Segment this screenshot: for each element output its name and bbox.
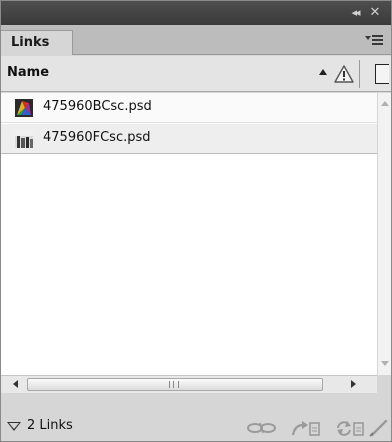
scroll-right-icon[interactable] <box>351 380 356 388</box>
link-name: 475960FCsc.psd <box>43 130 151 145</box>
column-separator[interactable] <box>359 60 360 88</box>
panel-title-bar[interactable]: ◂◂ ✕ <box>1 1 391 25</box>
collapse-panel-icon[interactable]: ◂◂ <box>347 5 363 21</box>
link-row[interactable]: 475960FCsc.psd <box>1 124 377 154</box>
menu-line <box>372 35 383 37</box>
page-icon[interactable] <box>375 64 389 84</box>
update-link-icon[interactable] <box>335 419 365 437</box>
warning-icon[interactable] <box>333 64 355 84</box>
scroll-down-icon[interactable] <box>381 361 389 366</box>
link-name: 475960BCsc.psd <box>43 99 152 114</box>
links-panel: ◂◂ ✕ Links Name 475960BCsc.psd 475960FCs… <box>0 0 392 442</box>
go-to-link-icon[interactable] <box>291 419 321 437</box>
vertical-scrollbar[interactable] <box>377 93 391 375</box>
scroll-thumb[interactable] <box>27 378 323 391</box>
relink-icon[interactable] <box>246 419 278 437</box>
psd-thumbnail-bw-icon <box>15 130 33 148</box>
edit-original-icon[interactable] <box>369 419 389 437</box>
menu-line <box>372 39 383 41</box>
scroll-left-icon[interactable] <box>13 380 18 388</box>
psd-thumbnail-color-icon <box>15 99 33 117</box>
tab-links[interactable]: Links <box>1 30 73 55</box>
status-bar: 2 Links <box>1 393 391 441</box>
menu-arrow-icon <box>365 36 371 40</box>
close-panel-icon[interactable]: ✕ <box>367 5 383 21</box>
scroll-up-icon[interactable] <box>381 101 389 106</box>
links-list[interactable]: 475960BCsc.psd 475960FCsc.psd <box>1 93 377 375</box>
horizontal-scrollbar[interactable] <box>1 375 377 393</box>
panel-tab-row: Links <box>1 25 391 55</box>
menu-line <box>372 43 383 45</box>
column-header: Name <box>1 56 391 92</box>
panel-menu-icon[interactable] <box>365 33 385 47</box>
column-header-name[interactable]: Name <box>7 65 49 80</box>
scroll-grip-icon <box>169 381 179 388</box>
scrollbar-corner <box>377 375 391 393</box>
show-link-info-icon[interactable] <box>7 422 21 431</box>
link-row[interactable]: 475960BCsc.psd <box>1 93 377 123</box>
sort-ascending-icon[interactable] <box>319 69 327 75</box>
link-count: 2 Links <box>27 418 73 433</box>
